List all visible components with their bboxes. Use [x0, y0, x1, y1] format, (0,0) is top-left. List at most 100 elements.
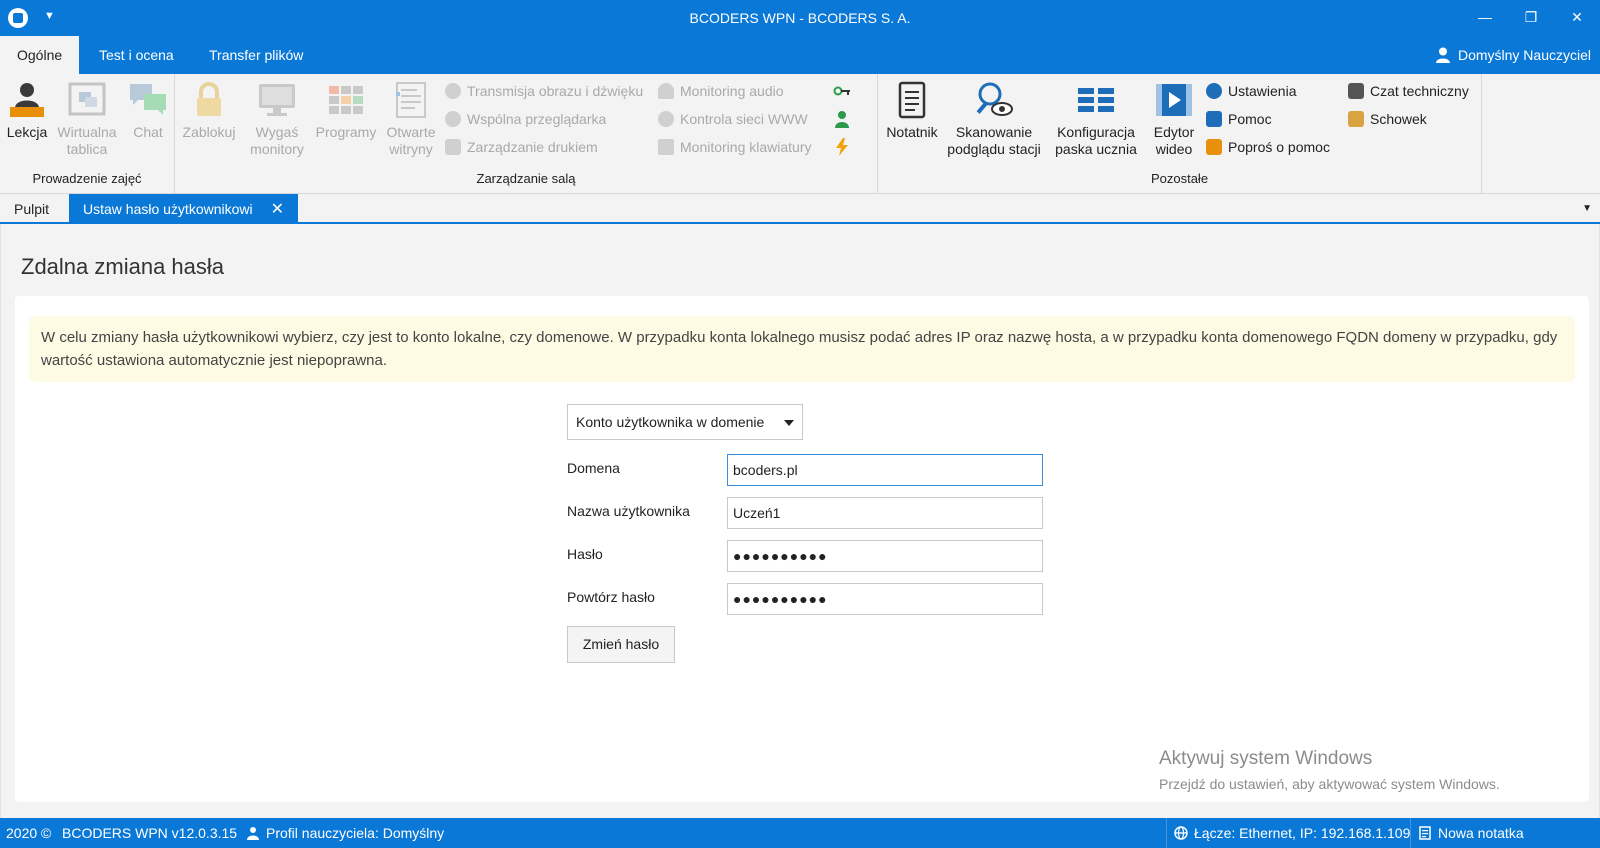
- wirtualna-tablica-button[interactable]: Wirtualna tablica: [52, 80, 122, 158]
- whiteboard-icon: [68, 82, 106, 116]
- monitoring-klawiatury-button[interactable]: Monitoring klawiatury: [658, 136, 812, 158]
- schowek-label: Schowek: [1370, 111, 1427, 127]
- lekcja-button[interactable]: Lekcja: [4, 80, 50, 141]
- minimize-button[interactable]: —: [1462, 0, 1508, 36]
- group-zarzadzanie-sala: Zablokuj Wygaś monitory Programy Otwarte…: [175, 74, 878, 194]
- transmisja-label: Transmisja obrazu i dźwięku: [467, 83, 644, 99]
- username-input[interactable]: Uczeń1: [727, 497, 1043, 529]
- edytor-wideo-button[interactable]: Edytor wideo: [1148, 80, 1200, 158]
- change-password-button[interactable]: Zmień hasło: [567, 626, 675, 663]
- monitoring-audio-button[interactable]: Monitoring audio: [658, 80, 784, 102]
- group-label-pozostale: Pozostałe: [1150, 171, 1209, 186]
- keyboard-icon: [658, 139, 674, 155]
- zablokuj-button[interactable]: Zablokuj: [181, 80, 237, 141]
- konfig-label-2: paska ucznia: [1055, 141, 1137, 157]
- tab-ogolne[interactable]: Ogólne: [0, 36, 80, 74]
- menu-bar: Ogólne Test i ocena Transfer plików Domy…: [0, 36, 1600, 74]
- programy-label: Programy: [315, 124, 377, 140]
- repeat-password-label: Powtórz hasło: [567, 589, 655, 605]
- note-icon: [1419, 826, 1431, 840]
- account-type-select[interactable]: Konto użytkownika w domenie: [567, 404, 803, 440]
- www-label: Kontrola sieci WWW: [680, 111, 808, 127]
- skan-label-2: podglądu stacji: [947, 141, 1041, 157]
- ustawienia-button[interactable]: Ustawienia: [1206, 80, 1296, 102]
- watermark-title: Aktywuj system Windows: [1159, 748, 1373, 769]
- schowek-button[interactable]: Schowek: [1348, 108, 1427, 130]
- domain-input[interactable]: bcoders.pl: [727, 454, 1043, 486]
- skanowanie-button[interactable]: Skanowanie podglądu stacji: [944, 80, 1044, 158]
- wspolna-przegladarka-button[interactable]: Wspólna przeglądarka: [445, 108, 606, 130]
- video-editor-icon: [1156, 84, 1192, 116]
- wygas-label-1: Wygaś: [255, 124, 299, 140]
- new-note-button[interactable]: Nowa notatka: [1418, 818, 1524, 848]
- zarzadzanie-drukiem-button[interactable]: Zarządzanie drukiem: [445, 136, 598, 158]
- magnifier-eye-icon: [976, 82, 1013, 116]
- witryny-label-2: witryny: [389, 141, 433, 157]
- repeat-password-input[interactable]: ●●●●●●●●●●: [727, 583, 1043, 615]
- tabs-dropdown-icon[interactable]: ▼: [1582, 203, 1592, 214]
- domain-label: Domena: [567, 460, 620, 476]
- lightning-icon[interactable]: [835, 138, 849, 156]
- popros-o-pomoc-button[interactable]: Poproś o pomoc: [1206, 136, 1330, 158]
- status-separator: [1410, 818, 1411, 848]
- teacher-profile-label: Profil nauczyciela: Domyślny: [266, 825, 445, 841]
- new-note-label: Nowa notatka: [1438, 825, 1524, 841]
- profile-user-icon: [247, 827, 259, 840]
- close-window-button[interactable]: ✕: [1554, 0, 1600, 36]
- chat-button[interactable]: Chat: [124, 80, 172, 141]
- close-tab-icon[interactable]: ✕: [271, 201, 284, 218]
- ribbon: Lekcja Wirtualna tablica Chat Prowadzeni…: [0, 74, 1600, 194]
- domain-row: Domena bcoders.pl: [567, 454, 1047, 486]
- group-pozostale: Notatnik Skanowanie podglądu stacji Konf…: [878, 74, 1482, 194]
- restore-button[interactable]: ❐: [1508, 0, 1554, 36]
- network-status-label: Łącze: Ethernet, IP: 192.168.1.109: [1194, 825, 1411, 841]
- printer-icon: [445, 139, 461, 155]
- caret-down-icon: [784, 420, 794, 426]
- skan-label-1: Skanowanie: [955, 124, 1033, 140]
- current-user[interactable]: Domyślny Nauczyciel: [1435, 36, 1591, 74]
- title-bar: ▼ BCODERS WPN - BCODERS S. A. — ❐ ✕: [0, 0, 1600, 36]
- toolbar-config-icon: [1078, 88, 1114, 112]
- notatnik-button[interactable]: Notatnik: [882, 80, 942, 141]
- repeat-password-row: Powtórz hasło ●●●●●●●●●●: [567, 583, 1047, 615]
- watermark-text: Przejdź do ustawień, aby aktywować syste…: [1159, 776, 1500, 792]
- ustawienia-label: Ustawienia: [1228, 83, 1297, 99]
- wirtualna-label-1: Wirtualna: [57, 124, 117, 140]
- window-title: BCODERS WPN - BCODERS S. A.: [689, 10, 911, 26]
- lekcja-label: Lekcja: [6, 124, 48, 140]
- czat-label: Czat techniczny: [1370, 83, 1469, 99]
- otwarte-witryny-button[interactable]: Otwarte witryny: [383, 80, 439, 158]
- teacher-profile[interactable]: Profil nauczyciela: Domyślny: [246, 818, 444, 848]
- user-green-icon[interactable]: [834, 110, 850, 128]
- programy-button[interactable]: Programy: [313, 80, 379, 141]
- tab-test-i-ocena[interactable]: Test i ocena: [82, 36, 191, 74]
- headphones-icon: [658, 83, 674, 99]
- key-refresh-icon[interactable]: [833, 82, 851, 100]
- user-icon: [1435, 47, 1450, 63]
- globe-icon: [1174, 826, 1188, 840]
- notatnik-label: Notatnik: [886, 124, 938, 140]
- wirtualna-label-2: tablica: [66, 141, 108, 157]
- group-label-zarzadzanie: Zarządzanie salą: [476, 171, 576, 186]
- tab-ustaw-haslo-label: Ustaw hasło użytkownikowi: [83, 201, 253, 217]
- edytor-label-1: Edytor: [1153, 124, 1195, 140]
- konfiguracja-paska-button[interactable]: Konfiguracja paska ucznia: [1048, 80, 1144, 158]
- tab-transfer-plikow[interactable]: Transfer plików: [192, 36, 320, 74]
- kontrola-www-button[interactable]: Kontrola sieci WWW: [658, 108, 808, 130]
- pomoc-button[interactable]: Pomoc: [1206, 108, 1272, 130]
- wygas-monitory-button[interactable]: Wygaś monitory: [245, 80, 309, 158]
- wygas-label-2: monitory: [250, 141, 304, 157]
- monitor-icon: [259, 84, 295, 116]
- eye-icon: [445, 83, 461, 99]
- password-input[interactable]: ●●●●●●●●●●: [727, 540, 1043, 572]
- tab-ustaw-haslo[interactable]: Ustaw hasło użytkownikowi ✕: [69, 194, 299, 224]
- password-label: Hasło: [567, 546, 603, 562]
- programs-icon: [329, 86, 363, 114]
- help-icon: [1206, 111, 1222, 127]
- czat-techniczny-button[interactable]: Czat techniczny: [1348, 80, 1469, 102]
- transmisja-button[interactable]: Transmisja obrazu i dźwięku: [445, 80, 643, 102]
- klawiatura-label: Monitoring klawiatury: [680, 139, 812, 155]
- hand-eye-icon: [1206, 139, 1222, 155]
- globe-icon: [658, 111, 674, 127]
- tab-pulpit[interactable]: Pulpit: [0, 194, 63, 224]
